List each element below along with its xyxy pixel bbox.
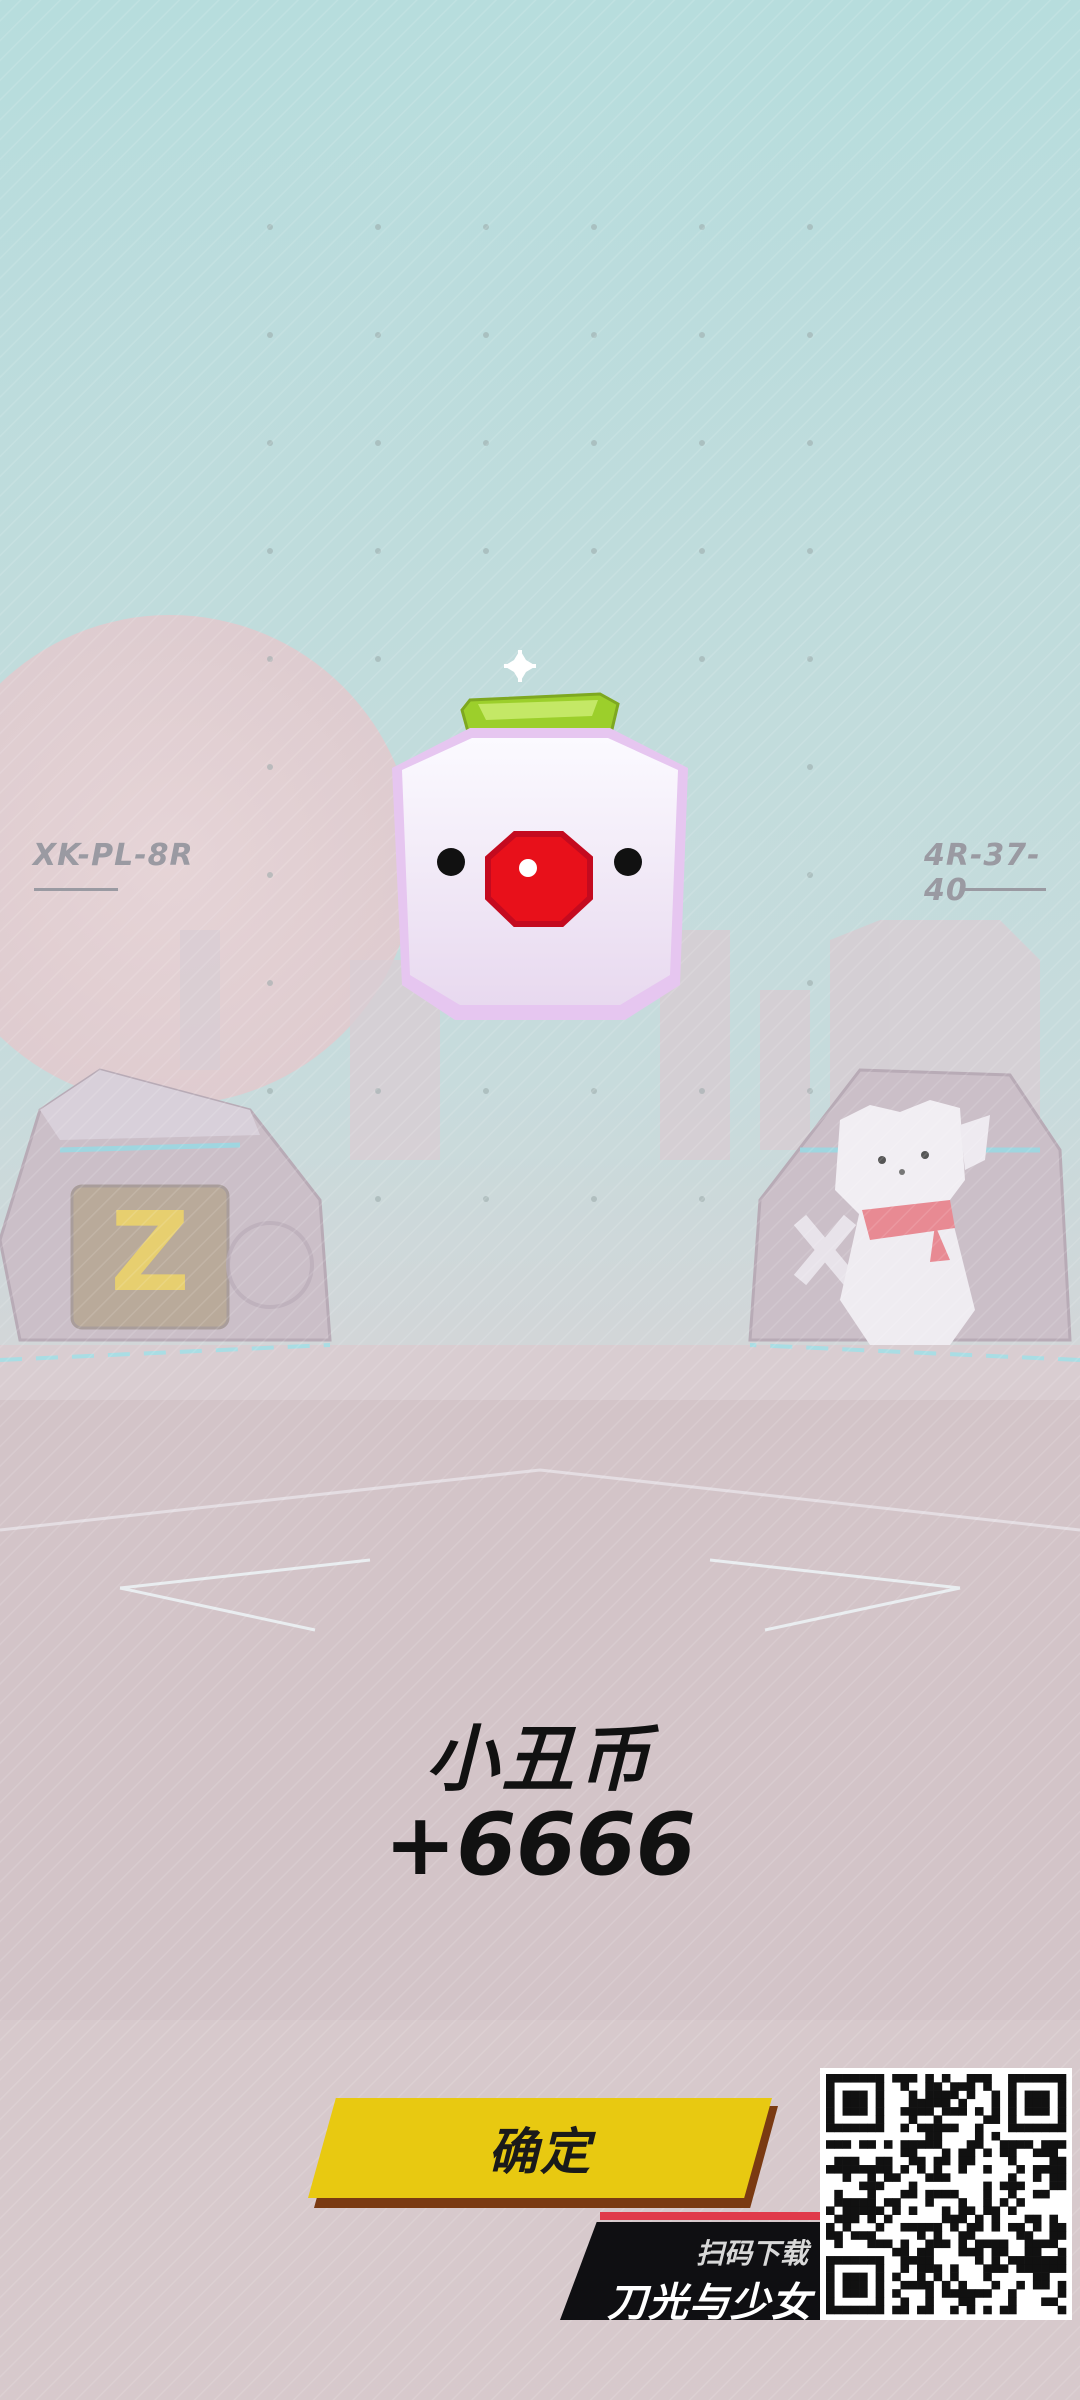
right-code-underline xyxy=(962,888,1046,891)
qr-code-graphic xyxy=(826,2074,1067,2315)
game-background: Z xyxy=(0,0,1080,2400)
promo-red-stripe xyxy=(600,2212,822,2220)
promo-scan-text: 扫码下载 xyxy=(695,2237,808,2270)
left-zone-code: XK-PL-8R xyxy=(33,838,194,873)
confirm-label: 确定 xyxy=(488,2123,592,2181)
promo-game-title: 刀光与少女 xyxy=(607,2280,812,2326)
download-promo-banner[interactable]: 扫码下载 刀光与少女 xyxy=(560,2212,822,2326)
right-zone-code: 4R-37-40 xyxy=(924,838,1041,908)
confirm-button[interactable]: 确定 xyxy=(308,2098,772,2198)
reward-item-name: 小丑币 xyxy=(425,1717,654,1801)
confirm-button-wrap: 确定 xyxy=(308,2098,778,2208)
qr-code-icon[interactable] xyxy=(820,2068,1072,2320)
left-code-underline xyxy=(34,888,118,891)
reward-amount: +6666 xyxy=(384,1795,696,1895)
